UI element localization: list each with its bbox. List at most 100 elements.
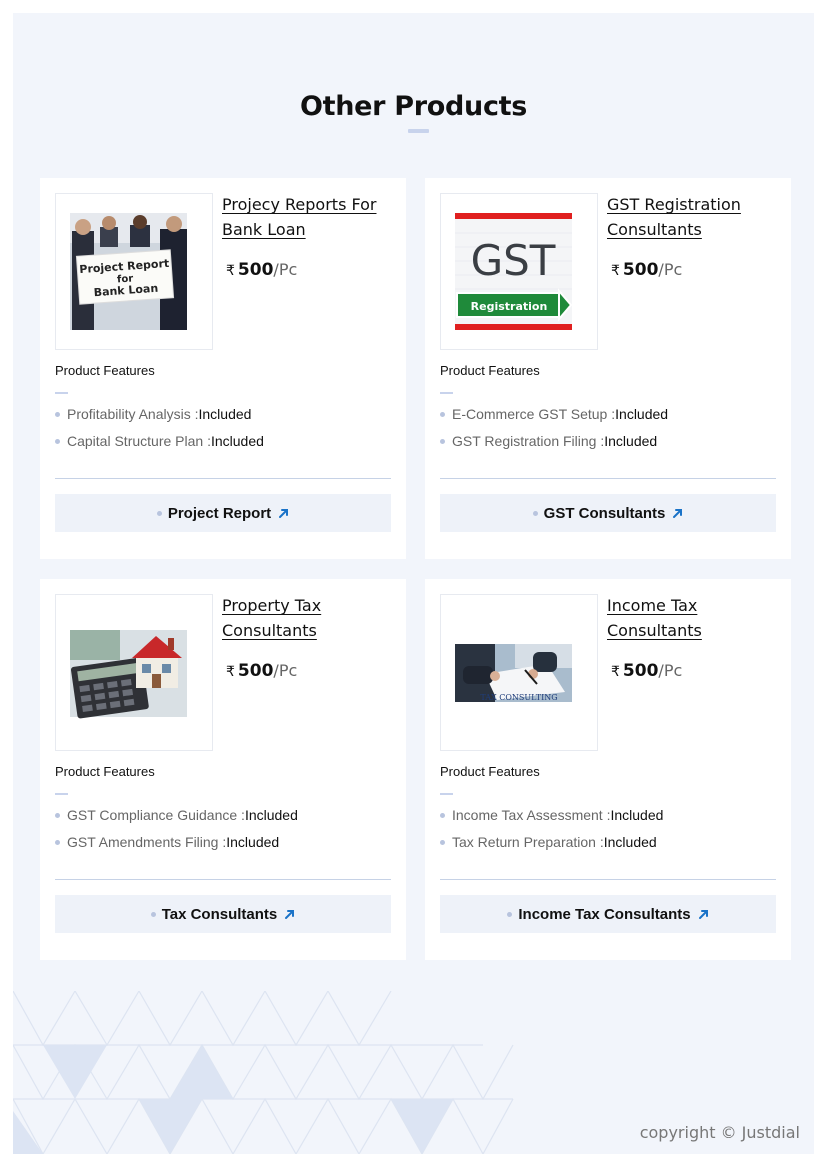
feature-item: GST Registration Filing : Included (440, 433, 657, 449)
feature-item: GST Amendments Filing : Included (55, 834, 279, 850)
income-tax-consultants-button[interactable]: Income Tax Consultants (440, 895, 776, 933)
bullet-icon (440, 839, 445, 845)
decorative-triangle-pattern (13, 991, 514, 1154)
rupee-icon: ₹ (611, 262, 620, 278)
feature-item: Profitability Analysis : Included (55, 406, 251, 422)
feature-item: Tax Return Preparation : Included (440, 834, 657, 850)
feature-name: GST Registration Filing : (452, 433, 605, 449)
product-price: ₹ 500 /Pc (611, 260, 682, 280)
feature-name: Profitability Analysis : (67, 406, 199, 422)
price-amount: 500 (622, 661, 659, 681)
rupee-icon: ₹ (611, 663, 620, 679)
product-thumbnail[interactable]: GST Registration (440, 193, 598, 350)
arrow-up-right-icon (285, 909, 295, 919)
product-title-link[interactable]: Property Tax Consultants (222, 593, 397, 643)
bullet-icon (440, 812, 445, 818)
image-text-gst: GST (471, 236, 556, 285)
price-amount: 500 (622, 260, 659, 280)
bullet-icon (507, 911, 513, 917)
arrow-up-right-icon (279, 508, 289, 518)
price-amount: 500 (237, 661, 274, 681)
feature-item: E-Commerce GST Setup : Included (440, 406, 668, 422)
price-unit: /Pc (273, 661, 298, 680)
feature-item: GST Compliance Guidance : Included (55, 807, 298, 823)
project-report-image: Project Report for Bank Loan (70, 213, 187, 330)
arrow-up-right-icon (673, 508, 683, 518)
feature-item: Capital Structure Plan : Included (55, 433, 264, 449)
rupee-icon: ₹ (226, 262, 235, 278)
product-price: ₹ 500 /Pc (611, 661, 682, 681)
feature-value: Included (604, 433, 658, 449)
card-divider (440, 879, 776, 880)
price-unit: /Pc (658, 661, 683, 680)
feature-name: GST Compliance Guidance : (67, 807, 245, 823)
feature-value: Included (615, 406, 669, 422)
arrow-up-right-icon (698, 909, 708, 919)
features-label: Product Features (440, 363, 540, 378)
product-price: ₹ 500 /Pc (226, 260, 297, 280)
feature-value: Included (244, 807, 298, 823)
feature-item: Income Tax Assessment : Included (440, 807, 663, 823)
price-amount: 500 (237, 260, 274, 280)
page: Other Products Project Report for Bank L… (13, 13, 814, 1154)
features-label: Product Features (440, 764, 540, 779)
feature-name: Tax Return Preparation : (452, 834, 604, 850)
features-underline (55, 392, 68, 394)
card-divider (440, 478, 776, 479)
feature-name: E-Commerce GST Setup : (452, 406, 616, 422)
bullet-icon (55, 411, 60, 417)
price-unit: /Pc (273, 260, 298, 279)
image-text-tax-consulting: TAX CONSULTING (480, 693, 557, 702)
product-card-project-report: Project Report for Bank Loan Projecy Rep… (40, 178, 406, 559)
features-label: Product Features (55, 363, 155, 378)
feature-name: Income Tax Assessment : (452, 807, 611, 823)
rupee-icon: ₹ (226, 663, 235, 679)
product-card-property-tax: Property Tax Consultants ₹ 500 /Pc Produ… (40, 579, 406, 960)
project-report-button[interactable]: Project Report (55, 494, 391, 532)
features-underline (440, 793, 453, 795)
product-title-link[interactable]: GST Registration Consultants (607, 192, 782, 242)
product-price: ₹ 500 /Pc (226, 661, 297, 681)
property-tax-image (70, 614, 187, 731)
gst-consultants-button[interactable]: GST Consultants (440, 494, 776, 532)
bullet-icon (532, 510, 538, 516)
gst-registration-image: GST Registration (455, 213, 572, 330)
features-underline (440, 392, 453, 394)
bullet-icon (55, 839, 60, 845)
product-thumbnail[interactable]: Project Report for Bank Loan (55, 193, 213, 350)
product-thumbnail[interactable] (55, 594, 213, 751)
feature-name: Capital Structure Plan : (67, 433, 211, 449)
product-title-link[interactable]: Projecy Reports For Bank Loan (222, 192, 397, 242)
button-label: Income Tax Consultants (518, 905, 691, 923)
feature-value: Included (198, 406, 252, 422)
heading-underline (408, 129, 429, 133)
feature-value: Included (610, 807, 664, 823)
bullet-icon (55, 812, 60, 818)
bullet-icon (440, 438, 445, 444)
card-divider (55, 879, 391, 880)
features-underline (55, 793, 68, 795)
image-text-registration: Registration (471, 300, 548, 313)
bullet-icon (150, 911, 156, 917)
product-card-gst-registration: GST Registration GST Registration Consul… (425, 178, 791, 559)
bullet-icon (156, 510, 162, 516)
copyright-text: copyright © Justdial (639, 1123, 800, 1142)
feature-value: Included (210, 433, 264, 449)
price-unit: /Pc (658, 260, 683, 279)
button-label: Tax Consultants (161, 905, 278, 923)
income-tax-image: TAX CONSULTING (455, 614, 572, 731)
product-title-link[interactable]: Income Tax Consultants (607, 593, 782, 643)
feature-value: Included (603, 834, 657, 850)
feature-value: Included (226, 834, 280, 850)
product-card-income-tax: TAX CONSULTING Income Tax Consultants ₹ … (425, 579, 791, 960)
product-thumbnail[interactable]: TAX CONSULTING (440, 594, 598, 751)
button-label: Project Report (167, 504, 272, 522)
feature-name: GST Amendments Filing : (67, 834, 227, 850)
card-divider (55, 478, 391, 479)
bullet-icon (440, 411, 445, 417)
features-label: Product Features (55, 764, 155, 779)
bullet-icon (55, 438, 60, 444)
button-label: GST Consultants (543, 504, 666, 522)
section-heading: Other Products (299, 91, 528, 122)
tax-consultants-button[interactable]: Tax Consultants (55, 895, 391, 933)
